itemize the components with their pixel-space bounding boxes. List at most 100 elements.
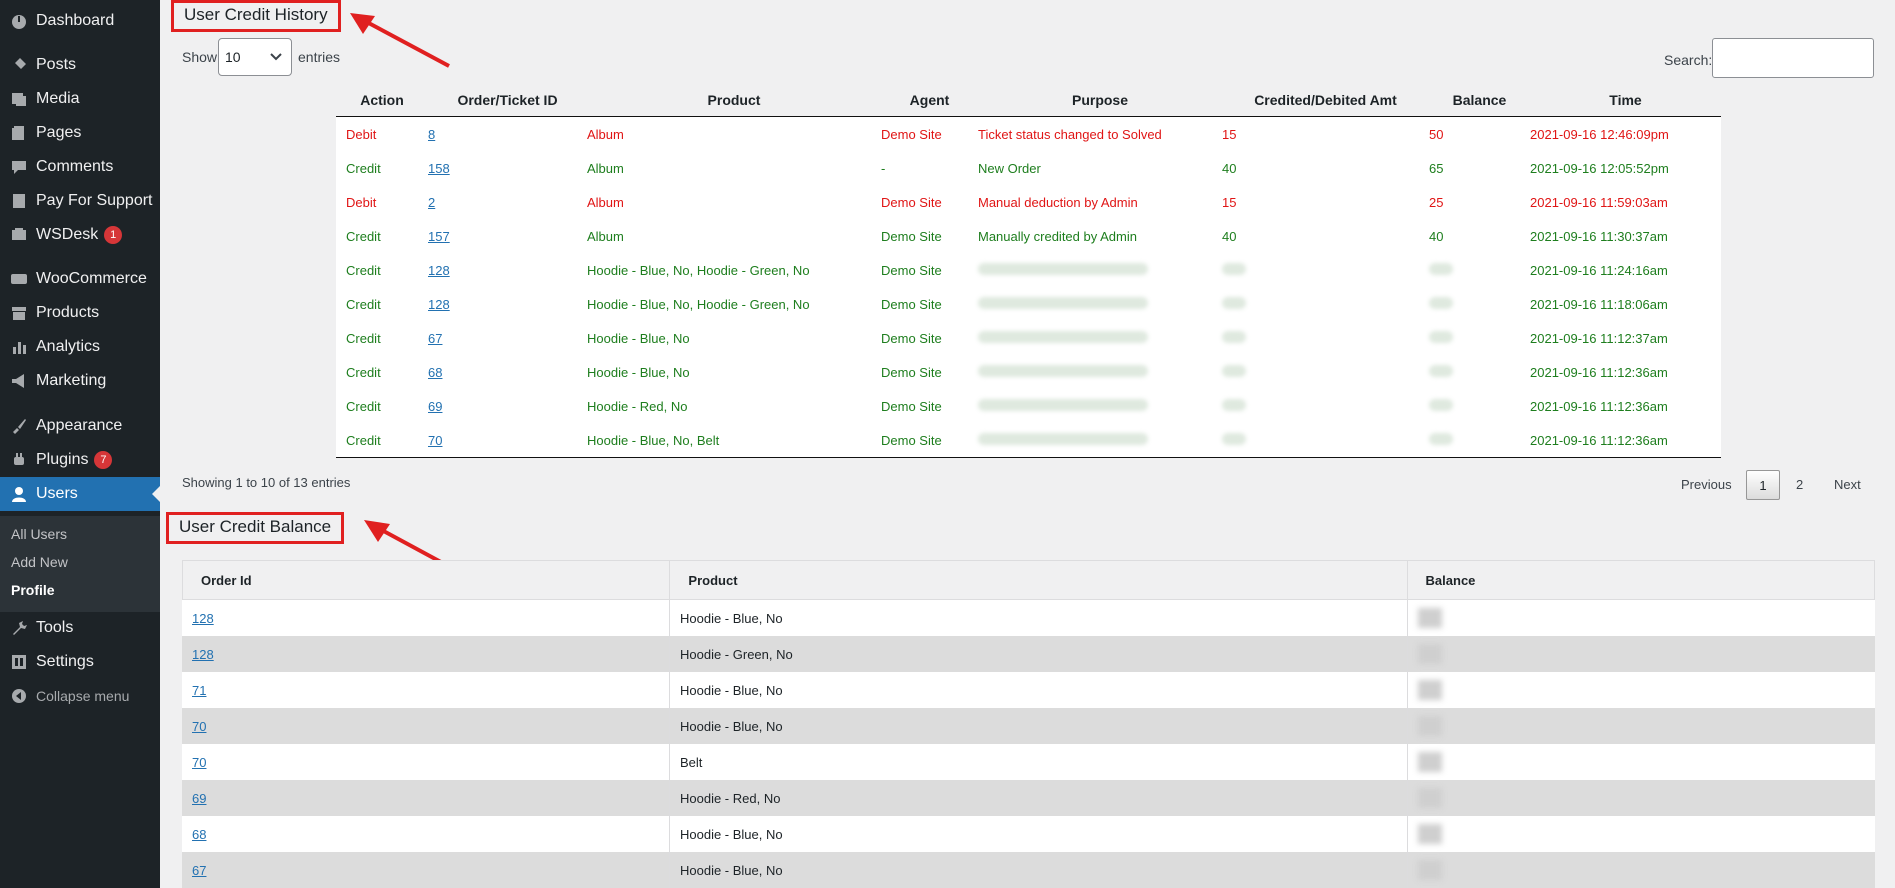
order-cell[interactable]: 128 (428, 297, 587, 312)
sidebar-item-posts[interactable]: Posts (0, 48, 160, 82)
redacted-value (978, 398, 1148, 411)
submenu-all-users[interactable]: All Users (11, 526, 67, 542)
table-body: Debit 8 Album Demo Site Ticket status change… (336, 117, 1721, 458)
agent-cell: Demo Site (881, 262, 942, 278)
purpose-cell: Manual deduction by Admin (978, 194, 1138, 210)
pagination-page-1[interactable]: 1 (1746, 470, 1780, 500)
sidebar-item-dashboard[interactable]: Dashboard (0, 4, 160, 38)
order-link[interactable]: 158 (428, 161, 450, 176)
sidebar-item-label: WSDesk (36, 226, 99, 243)
search-input[interactable] (1712, 38, 1874, 78)
order-link[interactable]: 128 (192, 647, 214, 662)
sidebar-item-label: Products (36, 304, 100, 321)
pagination-next[interactable]: Next (1834, 477, 1861, 492)
order-link[interactable]: 68 (428, 365, 442, 380)
sidebar-item-collapse-menu[interactable]: Collapse menu (0, 679, 160, 713)
order-link[interactable]: 128 (192, 611, 214, 626)
column-header[interactable]: Time (1530, 92, 1721, 108)
order-link[interactable]: 70 (192, 755, 206, 770)
entries-label: entries (298, 49, 341, 65)
credit-balance-table: Order Id Product Balance 128 Hoodie - Blu… (182, 560, 1875, 888)
order-link[interactable]: 8 (428, 127, 435, 142)
order-cell[interactable]: 158 (428, 161, 587, 176)
sidebar-item-tools[interactable]: Tools (0, 611, 160, 645)
balance-cell (1429, 296, 1530, 312)
column-header[interactable]: Order/Ticket ID (428, 92, 587, 108)
order-cell[interactable]: 8 (428, 127, 587, 142)
column-header[interactable]: Balance (1429, 92, 1530, 108)
sidebar-item-appearance[interactable]: Appearance (0, 409, 160, 443)
order-cell[interactable]: 70 (428, 433, 587, 448)
order-cell[interactable]: 128 (428, 263, 587, 278)
order-link[interactable]: 2 (428, 195, 435, 210)
order-cell[interactable]: 68 (428, 365, 587, 380)
agent-cell: Demo Site (881, 194, 942, 210)
order-cell[interactable]: 69 (428, 399, 587, 414)
order-id-cell: 68 (182, 816, 670, 852)
order-link[interactable]: 69 (192, 791, 206, 806)
sidebar-item-plugins[interactable]: Plugins 7 (0, 443, 160, 477)
action-cell: Credit (346, 262, 381, 278)
sidebar-item-analytics[interactable]: Analytics (0, 330, 160, 364)
table-row: 67 Hoodie - Blue, No (182, 852, 1875, 888)
sidebar-item-pages[interactable]: Pages (0, 116, 160, 150)
agent-cell: - (881, 160, 886, 176)
sidebar-item-label: Marketing (36, 372, 107, 389)
order-cell[interactable]: 2 (428, 195, 587, 210)
time-cell: 2021-09-16 11:30:37am (1530, 228, 1668, 244)
column-header[interactable]: Balance (1408, 561, 1874, 599)
order-cell[interactable]: 157 (428, 229, 587, 244)
pagination-page-2[interactable]: 2 (1796, 477, 1803, 492)
column-header[interactable]: Purpose (978, 92, 1222, 108)
order-cell[interactable]: 67 (428, 331, 587, 346)
redacted-value (1429, 364, 1453, 377)
column-header[interactable]: Credited/Debited Amt (1222, 92, 1429, 108)
order-link[interactable]: 71 (192, 683, 206, 698)
column-header[interactable]: Order Id (183, 561, 671, 599)
pagination-previous[interactable]: Previous (1681, 477, 1732, 492)
column-header[interactable]: Agent (881, 92, 978, 108)
sidebar-item-media[interactable]: Media (0, 82, 160, 116)
sidebar-item-settings[interactable]: Settings (0, 645, 160, 679)
order-link[interactable]: 67 (192, 863, 206, 878)
order-link[interactable]: 128 (428, 263, 450, 278)
sidebar-item-marketing[interactable]: Marketing (0, 364, 160, 398)
table-row: Debit 2 Album Demo Site Manual deduction by … (336, 185, 1721, 219)
order-link[interactable]: 70 (428, 433, 442, 448)
sidebar-item-comments[interactable]: Comments (0, 150, 160, 184)
table-body: 128 Hoodie - Blue, No 128 Hoodie - Green, N… (182, 600, 1875, 888)
product-cell: Belt (670, 744, 1408, 780)
table-row: 69 Hoodie - Red, No (182, 780, 1875, 816)
redacted-value (978, 432, 1148, 445)
sidebar-item-label: Collapse menu (36, 688, 130, 704)
order-link[interactable]: 128 (428, 297, 450, 312)
product-cell: Hoodie - Blue, No (587, 330, 690, 346)
column-header[interactable]: Action (336, 92, 428, 108)
column-header[interactable]: Product (587, 92, 881, 108)
product-cell: Hoodie - Red, No (587, 398, 688, 414)
order-link[interactable]: 67 (428, 331, 442, 346)
sidebar-item-wsdesk[interactable]: WSDesk 1 (0, 218, 160, 252)
amount-cell: 15 (1222, 126, 1237, 142)
amount-cell (1222, 364, 1429, 380)
sidebar-item-pay-for-support[interactable]: Pay For Support (0, 184, 160, 218)
sidebar-item-products[interactable]: Products (0, 296, 160, 330)
page-length-select[interactable]: 10 (218, 38, 292, 76)
sidebar-item-users[interactable]: Users (0, 477, 160, 511)
order-link[interactable]: 157 (428, 229, 450, 244)
table-row: 70 Belt (182, 744, 1875, 780)
redacted-value (978, 364, 1148, 377)
credit-history-table: Action Order/Ticket ID Product Agent Pur… (336, 84, 1721, 458)
submenu-add-new[interactable]: Add New (11, 554, 68, 570)
product-cell: Hoodie - Blue, No (670, 672, 1408, 708)
balance-cell (1408, 708, 1875, 744)
purpose-cell (978, 262, 1222, 278)
order-link[interactable]: 69 (428, 399, 442, 414)
sidebar-item-woocommerce[interactable]: WooCommerce (0, 262, 160, 296)
submenu-profile[interactable]: Profile (11, 582, 55, 598)
action-cell: Credit (346, 364, 381, 380)
order-link[interactable]: 70 (192, 719, 206, 734)
column-header[interactable]: Product (670, 561, 1408, 599)
redacted-value (1418, 788, 1442, 808)
order-link[interactable]: 68 (192, 827, 206, 842)
